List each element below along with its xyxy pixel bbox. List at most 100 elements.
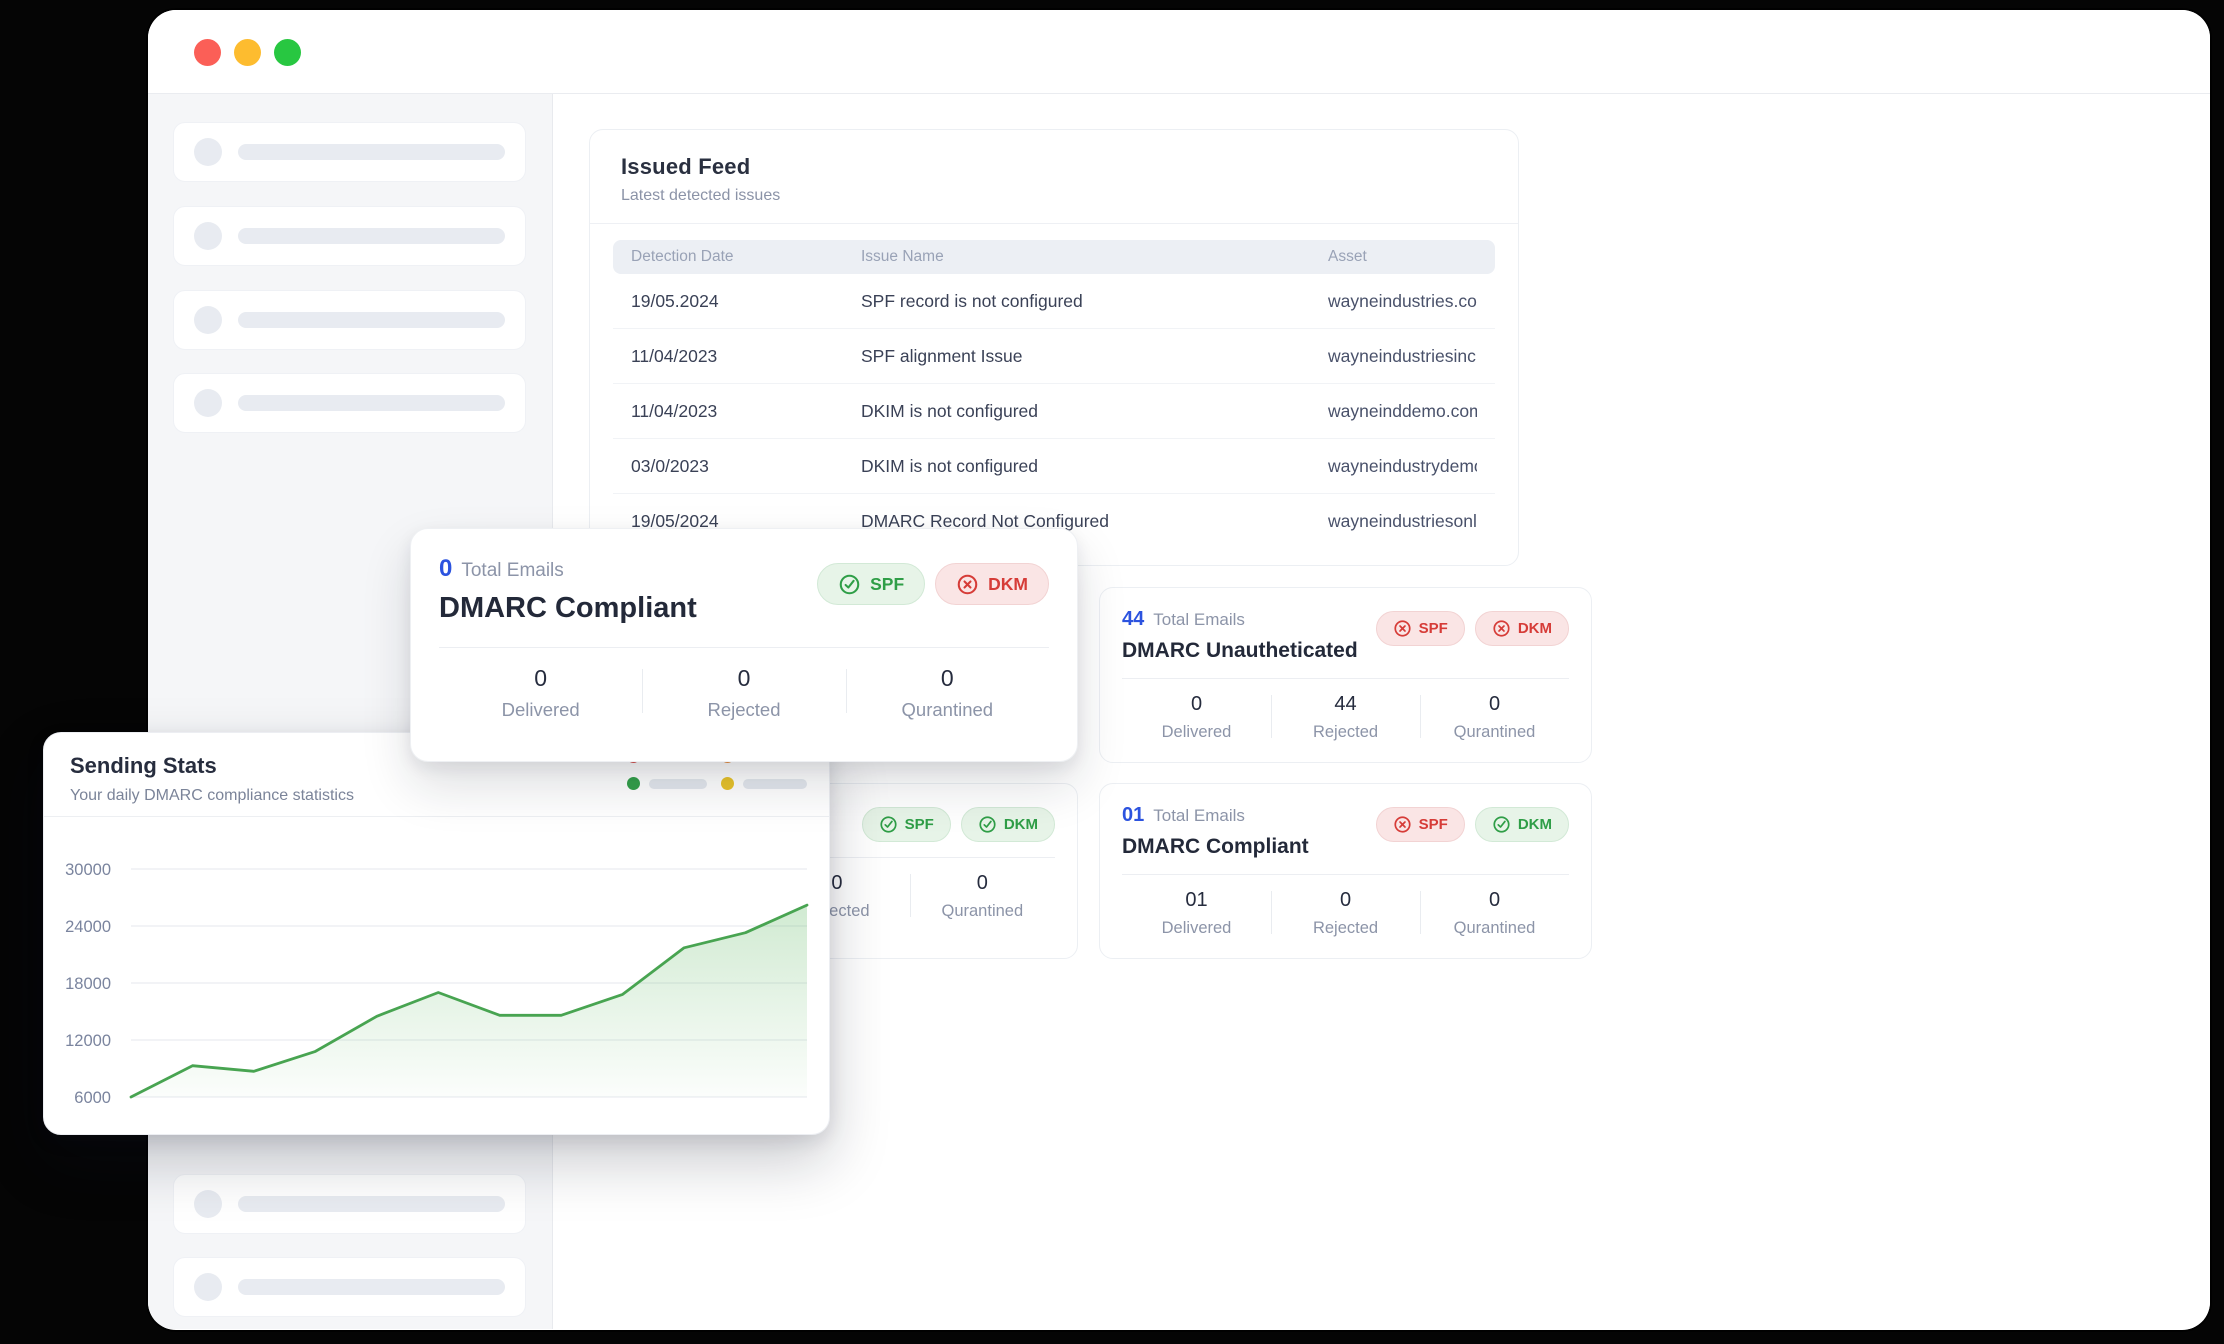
titlebar <box>148 10 2210 94</box>
skeleton-avatar <box>194 1190 222 1218</box>
skeleton-label <box>238 144 505 160</box>
total-emails-value: 01 <box>1122 804 1145 826</box>
sending-stats-card: Sending Stats Your daily DMARC complianc… <box>43 732 830 1135</box>
sidebar-item-skeleton[interactable] <box>173 1257 526 1317</box>
sidebar-item-skeleton[interactable] <box>173 373 526 433</box>
asset-cell: wayneindustries.com <box>1328 290 1477 311</box>
x-circle-icon <box>1493 620 1510 637</box>
svg-text:24000: 24000 <box>65 918 111 936</box>
asset-cell: wayneindustriesinc.com <box>1328 345 1477 366</box>
check-circle-icon <box>880 816 897 833</box>
status-badge-spf: SPF <box>1375 807 1465 842</box>
stat-label: Delivered <box>1161 919 1232 937</box>
table-row[interactable]: 11/04/2023 SPF alignment Issue wayneindu… <box>613 329 1495 384</box>
badge-label: DKM <box>1003 816 1038 833</box>
stat-value: 01 <box>1185 889 1208 911</box>
zoom-button[interactable] <box>274 39 301 66</box>
detection-date-cell: 03/0/2023 <box>631 455 709 476</box>
card-title: DMARC Unautheticated <box>1122 639 1358 662</box>
stat-label: Qurantined <box>1453 723 1536 741</box>
x-circle-icon <box>1394 620 1411 637</box>
detection-date-cell: 19/05.2024 <box>631 290 719 311</box>
sidebar-item-skeleton[interactable] <box>173 1174 526 1234</box>
issue-name-cell: DKIM is not configured <box>861 455 1039 476</box>
status-badge-spf: SPF <box>1375 611 1465 646</box>
asset-cell: wayneindustrydemo.com <box>1328 455 1477 476</box>
status-badge-dkm: DKM <box>935 563 1049 605</box>
legend-item <box>627 777 707 790</box>
table-row[interactable]: 03/0/2023 DKIM is not configured waynein… <box>613 439 1495 494</box>
stat-value: 0 <box>1339 889 1352 911</box>
skeleton-label <box>238 312 505 328</box>
sidebar-item-skeleton[interactable] <box>173 206 526 266</box>
skeleton-avatar <box>194 389 222 417</box>
stat-value: 0 <box>976 872 988 894</box>
x-circle-icon <box>957 574 978 594</box>
svg-text:12000: 12000 <box>65 1032 111 1050</box>
status-badge-dkm: DKM <box>960 807 1055 842</box>
skeleton-label <box>238 228 505 244</box>
total-emails-value: 44 <box>1122 608 1145 630</box>
total-emails-label: Total Emails <box>461 560 564 581</box>
page-title: Issued Feed <box>621 154 751 179</box>
total-emails-label: Total Emails <box>1153 806 1245 825</box>
card-title: DMARC Compliant <box>439 592 697 624</box>
card-heading: 44 Total Emails DMARC Unautheticated <box>1122 608 1358 663</box>
svg-text:30000: 30000 <box>65 861 111 879</box>
check-circle-icon <box>1493 816 1510 833</box>
skeleton-avatar <box>194 1273 222 1301</box>
issue-name-cell: SPF record is not configured <box>861 290 1083 311</box>
badge-label: SPF <box>1418 620 1448 637</box>
table-header-row: Detection Date Issue Name Asset <box>613 240 1495 274</box>
skeleton-label <box>238 1196 505 1212</box>
sidebar-item-skeleton[interactable] <box>173 290 526 350</box>
legend-label-skeleton <box>649 778 707 789</box>
column-header-asset: Asset <box>1328 248 1367 265</box>
close-button[interactable] <box>194 39 221 66</box>
page-subtitle: Latest detected issues <box>621 187 781 204</box>
issue-name-cell: SPF alignment Issue <box>861 345 1023 366</box>
stat-value: 0 <box>1190 693 1203 715</box>
legend-label-skeleton <box>743 778 807 789</box>
total-emails-value: 0 <box>439 555 453 582</box>
detection-date-cell: 11/04/2023 <box>631 400 718 421</box>
stat-value: 0 <box>1488 889 1501 911</box>
column-header-issue-name: Issue Name <box>861 248 944 265</box>
legend-dot <box>721 777 734 790</box>
badge-label: DKM <box>1517 816 1552 833</box>
table-row[interactable]: 19/05.2024 SPF record is not configured … <box>613 274 1495 329</box>
status-badge-dkm: DKM <box>1474 611 1569 646</box>
traffic-lights <box>194 39 301 66</box>
badge-group: SPF DKM <box>861 807 1055 842</box>
legend-dot <box>627 777 640 790</box>
check-circle-icon <box>979 816 996 833</box>
stat-label: Qurantined <box>1453 919 1536 937</box>
card-title: DMARC Compliant <box>1122 835 1309 858</box>
stat-label: Delivered <box>501 699 580 720</box>
table-row[interactable]: 11/04/2023 DKIM is not configured waynei… <box>613 384 1495 439</box>
status-badge-spf: SPF <box>817 563 926 605</box>
stat-label: Rejected <box>1312 919 1379 937</box>
stat-value: 0 <box>940 665 954 691</box>
dmarc-compliant-small-card: 01 Total Emails DMARC Compliant SPF DKM … <box>1099 783 1592 959</box>
stat-value: 0 <box>1488 693 1501 715</box>
badge-group: SPF DKM <box>1375 807 1569 842</box>
stat-value: 44 <box>1334 693 1357 715</box>
svg-text:6000: 6000 <box>74 1089 111 1107</box>
status-badge-dkm: DKM <box>1474 807 1569 842</box>
dmarc-compliant-popup-card: 0 Total Emails DMARC Compliant SPF DKM 0… <box>410 528 1078 762</box>
sidebar-item-skeleton[interactable] <box>173 122 526 182</box>
stat-label: Qurantined <box>941 902 1024 920</box>
stat-value: 0 <box>534 665 548 691</box>
stat-label: Delivered <box>1161 723 1232 741</box>
stat-label: Rejected <box>707 699 781 720</box>
screenshot-root: { "window": { "traffic_lights": { "close… <box>0 0 2224 1344</box>
minimize-button[interactable] <box>234 39 261 66</box>
skeleton-avatar <box>194 222 222 250</box>
stat-value: 0 <box>737 665 751 691</box>
skeleton-label <box>238 395 505 411</box>
badge-group: SPF DKM <box>817 563 1049 605</box>
total-emails-label: Total Emails <box>1153 610 1245 629</box>
skeleton-label <box>238 1279 505 1295</box>
skeleton-avatar <box>194 138 222 166</box>
